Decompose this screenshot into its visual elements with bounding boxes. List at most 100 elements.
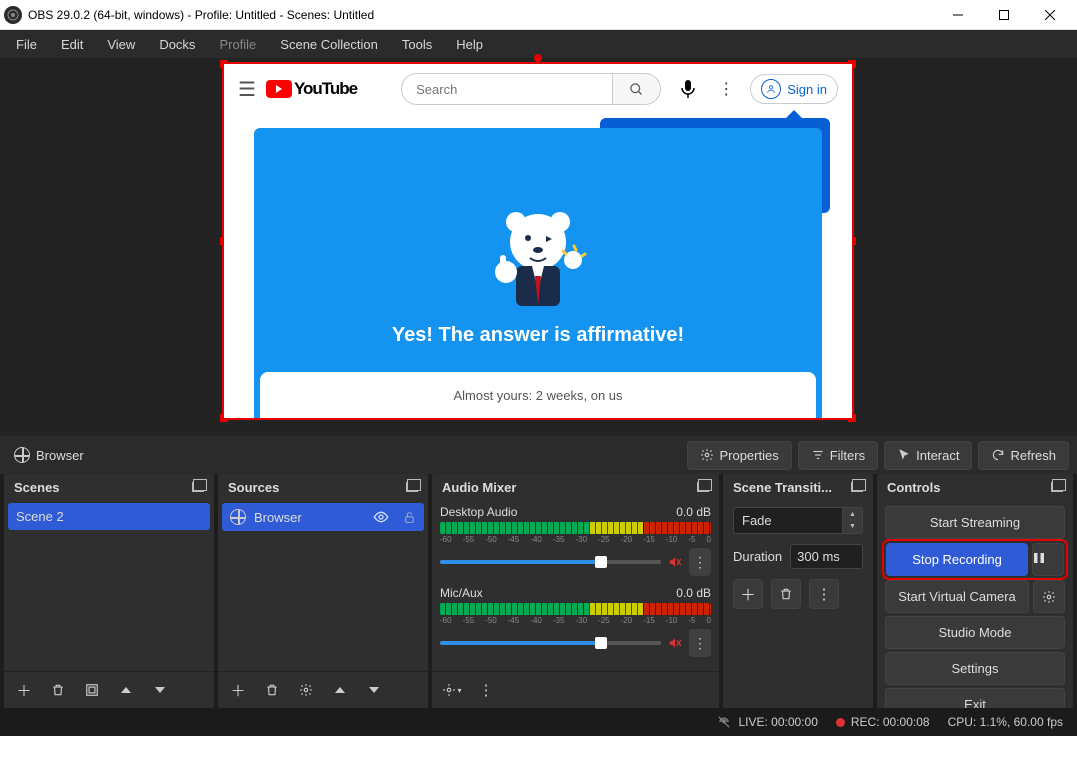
sources-title: Sources	[228, 480, 279, 495]
bear-illustration	[478, 200, 598, 330]
move-scene-up-button[interactable]	[112, 676, 140, 704]
status-rec: REC: 00:00:08	[836, 715, 930, 729]
transitions-dock: Scene Transiti... Fade ▲▼ Duration 300 m…	[723, 474, 873, 708]
add-scene-button[interactable]: ＋	[10, 676, 38, 704]
duration-label: Duration	[733, 549, 782, 564]
recording-highlight: Stop Recording	[885, 542, 1065, 577]
globe-icon	[230, 509, 246, 525]
user-icon	[761, 79, 781, 99]
popout-icon[interactable]	[406, 481, 418, 495]
signin-button: Sign in	[750, 74, 838, 104]
globe-icon	[14, 447, 30, 463]
menu-view[interactable]: View	[95, 33, 147, 56]
start-streaming-button[interactable]: Start Streaming	[885, 506, 1065, 539]
selected-source-label: Browser	[8, 447, 90, 463]
remove-transition-button[interactable]	[771, 579, 801, 609]
level-meter	[440, 603, 711, 615]
chevron-up-icon[interactable]: ▲	[843, 508, 862, 521]
start-virtual-camera-button[interactable]: Start Virtual Camera	[885, 580, 1029, 613]
interact-button[interactable]: Interact	[884, 441, 972, 470]
channel-menu-button[interactable]: ⋮	[689, 629, 711, 657]
popout-icon[interactable]	[1051, 481, 1063, 495]
source-bounding-box[interactable]: ☰ YouTube ⋮	[222, 62, 854, 420]
duration-input[interactable]: 300 ms	[790, 544, 863, 569]
source-properties-button[interactable]	[292, 676, 320, 704]
properties-button[interactable]: Properties	[687, 441, 791, 470]
microphone-icon	[681, 80, 695, 98]
rotate-handle[interactable]	[534, 54, 542, 62]
controls-title: Controls	[887, 480, 940, 495]
meter-ticks: -60-55-50-45-40-35-30-25-20-15-10-50	[440, 535, 711, 544]
filters-button[interactable]: Filters	[798, 441, 878, 470]
channel-menu-button[interactable]: ⋮	[689, 548, 711, 576]
move-source-down-button[interactable]	[360, 676, 388, 704]
move-source-up-button[interactable]	[326, 676, 354, 704]
scenes-title: Scenes	[14, 480, 60, 495]
mute-button[interactable]	[667, 555, 683, 569]
youtube-play-icon	[266, 80, 292, 98]
volume-slider[interactable]	[440, 641, 661, 645]
maximize-button[interactable]	[981, 0, 1027, 30]
stop-recording-button[interactable]: Stop Recording	[886, 543, 1028, 576]
menu-docks[interactable]: Docks	[147, 33, 207, 56]
remove-scene-button[interactable]	[44, 676, 72, 704]
search-icon	[613, 73, 661, 105]
meter-ticks: -60-55-50-45-40-35-30-25-20-15-10-50	[440, 616, 711, 625]
menu-file[interactable]: File	[4, 33, 49, 56]
volume-slider[interactable]	[440, 560, 661, 564]
chevron-down-icon[interactable]: ▼	[843, 521, 862, 534]
pointer-icon	[897, 448, 911, 462]
status-live: LIVE: 00:00:00	[716, 715, 817, 729]
visibility-toggle[interactable]	[373, 509, 389, 525]
level-meter	[440, 522, 711, 534]
exit-button[interactable]: Exit	[885, 688, 1065, 708]
record-indicator-icon	[836, 718, 845, 727]
remove-source-button[interactable]	[258, 676, 286, 704]
studio-mode-button[interactable]: Studio Mode	[885, 616, 1065, 649]
answer-text: Yes! The answer is affirmative!	[254, 324, 822, 347]
lock-toggle[interactable]	[403, 511, 416, 524]
transition-select[interactable]: Fade ▲▼	[733, 507, 863, 534]
popout-icon[interactable]	[697, 481, 709, 495]
browser-source-content: ☰ YouTube ⋮	[224, 64, 852, 418]
network-icon	[716, 715, 732, 729]
refresh-icon	[991, 448, 1005, 462]
hamburger-icon: ☰	[238, 77, 256, 102]
add-transition-button[interactable]: ＋	[733, 579, 763, 609]
mixer-settings-button[interactable]: ▾	[438, 676, 466, 704]
move-scene-down-button[interactable]	[146, 676, 174, 704]
mixer-menu-button[interactable]: ⋮	[472, 676, 500, 704]
mute-button[interactable]	[667, 636, 683, 650]
source-context-toolbar: Browser Properties Filters Interact Refr…	[0, 436, 1077, 474]
close-button[interactable]	[1027, 0, 1073, 30]
preview-area[interactable]: ☰ YouTube ⋮	[0, 58, 1077, 436]
transitions-title: Scene Transiti...	[733, 480, 832, 495]
transition-menu-button[interactable]: ⋮	[809, 579, 839, 609]
pause-recording-button[interactable]	[1032, 543, 1064, 576]
menu-tools[interactable]: Tools	[390, 33, 444, 56]
more-icon: ⋮	[718, 79, 734, 99]
popout-icon[interactable]	[192, 481, 204, 495]
add-source-button[interactable]: ＋	[224, 676, 252, 704]
menu-edit[interactable]: Edit	[49, 33, 95, 56]
filters-icon	[811, 448, 825, 462]
mixer-channel-mic: Mic/Aux0.0 dB -60-55-50-45-40-35-30-25-2…	[440, 586, 711, 657]
signin-label: Sign in	[787, 82, 827, 97]
virtual-camera-settings-button[interactable]	[1033, 580, 1065, 613]
window-title: OBS 29.0.2 (64-bit, windows) - Profile: …	[28, 8, 935, 22]
menu-help[interactable]: Help	[444, 33, 495, 56]
youtube-logo: YouTube	[266, 79, 357, 99]
sources-dock: Sources Browser ＋	[218, 474, 428, 708]
promo-banner: Almost yours: 2 weeks, on us	[260, 372, 816, 418]
scene-item[interactable]: Scene 2	[8, 503, 210, 530]
refresh-button[interactable]: Refresh	[978, 441, 1069, 470]
audio-mixer-dock: Audio Mixer Desktop Audio0.0 dB -60-55-5…	[432, 474, 719, 708]
menu-scene-collection[interactable]: Scene Collection	[268, 33, 390, 56]
menu-profile[interactable]: Profile	[207, 33, 268, 56]
controls-dock: Controls Start Streaming Stop Recording …	[877, 474, 1073, 708]
source-item[interactable]: Browser	[222, 503, 424, 531]
minimize-button[interactable]	[935, 0, 981, 30]
scene-filters-button[interactable]	[78, 676, 106, 704]
settings-button[interactable]: Settings	[885, 652, 1065, 685]
popout-icon[interactable]	[851, 481, 863, 495]
